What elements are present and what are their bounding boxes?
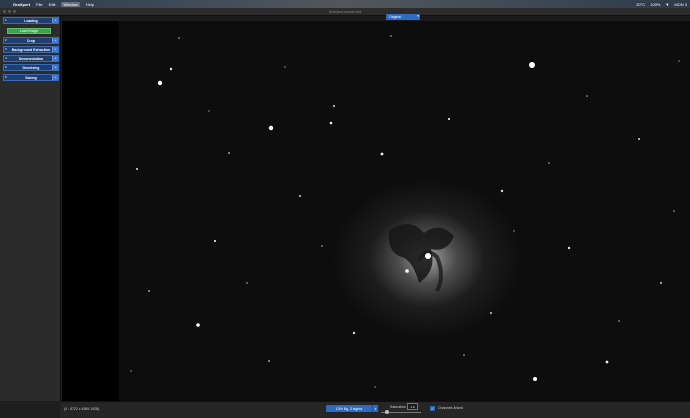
panel-background-extraction[interactable]: 3 Background Extraction +	[3, 46, 59, 53]
channels-linked-checkbox[interactable]: ✓	[430, 406, 435, 411]
star	[463, 354, 465, 356]
panel-label: Loading	[24, 18, 38, 23]
panel-number: 5	[5, 65, 7, 69]
star	[678, 60, 680, 62]
menu-window[interactable]: Window	[61, 1, 80, 7]
star	[157, 80, 163, 86]
menubar-status-area: 20°C 100% ▼ MON 3	[636, 0, 687, 8]
clock[interactable]: MON 3	[674, 2, 687, 7]
star	[673, 210, 675, 212]
star	[268, 360, 270, 362]
slider-handle[interactable]	[384, 410, 389, 414]
star	[329, 121, 333, 125]
star	[500, 189, 504, 193]
menu-edit[interactable]: Edit	[49, 2, 56, 7]
expand-toggle-icon[interactable]: +	[52, 65, 58, 70]
wifi-icon[interactable]: ▼	[665, 2, 669, 7]
window-controls	[3, 10, 16, 13]
panel-saving[interactable]: 6 Saving +	[3, 74, 59, 81]
panel-number: 6	[5, 75, 7, 79]
star	[660, 282, 662, 284]
star	[169, 67, 173, 71]
star	[425, 253, 431, 259]
star	[208, 110, 210, 112]
nebula-image	[130, 35, 680, 388]
star	[605, 360, 609, 364]
star	[136, 168, 138, 170]
star	[321, 245, 323, 247]
star	[228, 152, 230, 154]
panel-number: 2	[5, 38, 7, 42]
expand-toggle-icon[interactable]: +	[52, 38, 58, 43]
menu-file[interactable]: File	[36, 2, 42, 7]
minimize-window-button[interactable]	[8, 10, 11, 13]
star	[586, 95, 588, 97]
panel-label: Denoising	[22, 65, 40, 70]
expand-toggle-icon[interactable]: +	[52, 56, 58, 61]
panel-number: 1	[5, 18, 7, 22]
panel-label: Background Extraction	[11, 47, 51, 52]
star	[380, 152, 384, 156]
star	[513, 230, 515, 232]
stretch-option-button[interactable]: 10% Bg, 3 sigma	[326, 405, 372, 412]
menu-bar: GraXpert File Edit Window Help 20°C 100%…	[0, 0, 690, 8]
menu-help[interactable]: Help	[86, 2, 94, 7]
weather-status[interactable]: 20°C	[636, 2, 645, 7]
zoom-window-button[interactable]	[13, 10, 16, 13]
star	[178, 37, 180, 39]
view-mode-label: Original	[389, 15, 402, 19]
image-coordinates: (0 : 8722 x 4565 1928)	[64, 407, 100, 411]
star	[196, 323, 200, 327]
star	[299, 195, 301, 197]
saturation-label: Saturation	[390, 405, 406, 409]
star	[390, 35, 392, 37]
star	[284, 66, 286, 68]
panel-label: Deconvolution	[18, 56, 44, 61]
star	[374, 386, 376, 388]
star	[213, 239, 217, 243]
menu-app-name[interactable]: GraXpert	[13, 2, 30, 7]
chevron-down-icon: ▾	[417, 14, 419, 18]
star	[268, 125, 274, 131]
star	[490, 312, 492, 314]
checkmark-icon: ✓	[430, 406, 435, 411]
panel-label: Saving	[25, 75, 37, 80]
star	[548, 162, 550, 164]
chevron-down-icon: ▾	[374, 406, 377, 411]
star	[352, 331, 356, 335]
load-image-button[interactable]: Load Image	[7, 28, 51, 34]
panel-loading[interactable]: 1 Loading +	[3, 17, 59, 24]
star	[529, 62, 535, 68]
panel-number: 3	[5, 47, 7, 51]
channels-linked-label: Channels linked	[438, 406, 463, 410]
star	[130, 370, 132, 372]
expand-toggle-icon[interactable]: +	[52, 18, 58, 23]
view-mode-dropdown[interactable]: Original ▾	[386, 14, 420, 20]
canvas-padding	[62, 21, 119, 401]
window-titlebar: GraXpert-macos-x64	[0, 8, 690, 16]
saturation-value-field[interactable]: 1.0	[407, 403, 418, 410]
panel-denoising[interactable]: 5 Denoising +	[3, 64, 59, 71]
panel-number: 4	[5, 56, 7, 60]
window-title: GraXpert-macos-x64	[328, 9, 362, 14]
star	[618, 320, 620, 322]
expand-toggle-icon[interactable]: +	[52, 75, 58, 80]
saturation-slider[interactable]	[381, 410, 421, 414]
panel-crop[interactable]: 2 Crop +	[3, 37, 59, 44]
image-canvas[interactable]	[119, 21, 690, 401]
star	[533, 377, 537, 381]
star	[333, 105, 335, 107]
battery-status[interactable]: 100%	[650, 2, 660, 7]
star	[638, 138, 640, 140]
star	[567, 246, 571, 250]
star	[148, 290, 150, 292]
stretch-dropdown-toggle[interactable]: ▾	[372, 405, 378, 412]
panel-label: Crop	[26, 38, 36, 43]
star	[447, 117, 451, 121]
panel-deconvolution[interactable]: 4 Deconvolution +	[3, 55, 59, 62]
star	[405, 269, 409, 273]
expand-toggle-icon[interactable]: +	[52, 47, 58, 52]
close-window-button[interactable]	[3, 10, 6, 13]
star	[246, 282, 248, 284]
